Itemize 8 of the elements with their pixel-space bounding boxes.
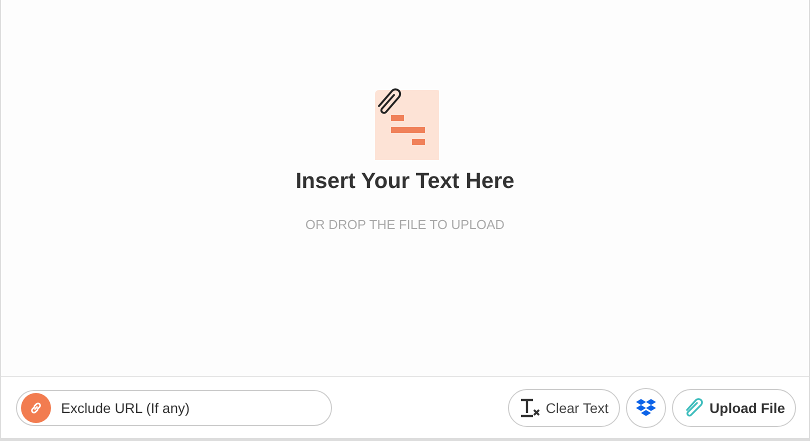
clear-text-button[interactable]: Clear Text — [508, 388, 620, 426]
dropbox-button[interactable] — [626, 388, 666, 428]
exclude-url-field[interactable]: Exclude URL (If any) — [16, 390, 332, 426]
dropbox-icon — [634, 398, 657, 418]
upload-file-button[interactable]: Upload File — [672, 388, 796, 426]
drop-subtitle: OR DROP THE FILE TO UPLOAD — [305, 217, 505, 232]
clear-format-icon — [518, 398, 541, 418]
drop-title: Insert Your Text Here — [296, 168, 514, 194]
